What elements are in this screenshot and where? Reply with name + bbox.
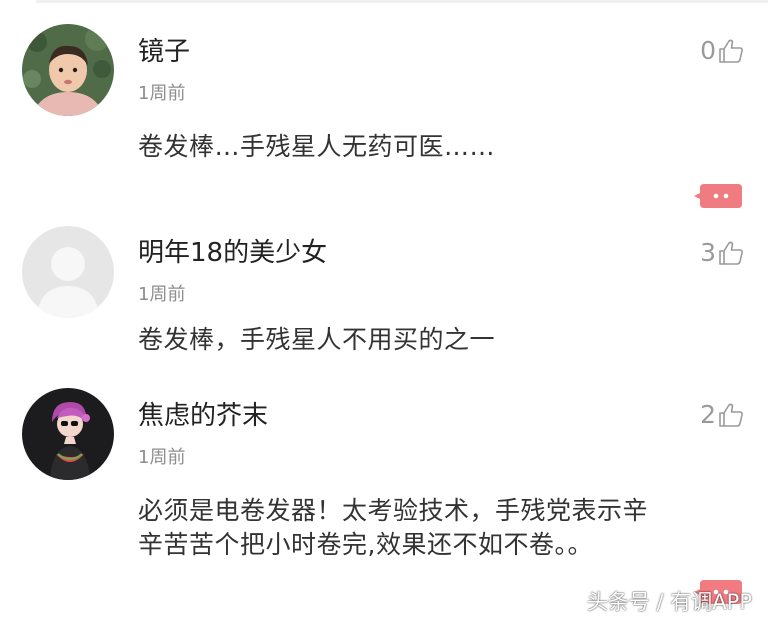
avatar[interactable] [22,226,114,318]
comment-time: 1周前 [138,83,186,104]
comment-time: 1周前 [138,284,186,305]
avatar[interactable] [22,388,114,480]
more-options-button[interactable] [694,184,742,208]
username[interactable]: 焦虑的芥末 [138,400,268,432]
like-button[interactable]: 3 [700,238,744,268]
thumbs-up-icon [718,38,744,64]
comment-content-line: 辛苦苦个把小时卷完,效果还不如不卷。。 [138,530,593,559]
comment-content: 卷发棒，手残星人不用买的之一 [138,325,496,354]
top-divider [36,0,768,3]
thumbs-up-icon [718,240,744,266]
comment-content: 必须是电卷发器！太考验技术，手残党表示辛 辛苦苦个把小时卷完,效果还不如不卷。。 [138,494,738,562]
username[interactable]: 镜子 [138,36,190,68]
comment-time: 1周前 [138,447,186,468]
thumbs-up-icon [718,402,744,428]
like-count: 0 [700,36,716,65]
like-button[interactable]: 2 [700,400,744,430]
avatar[interactable] [22,24,114,116]
username[interactable]: 明年18的美少女 [138,237,327,269]
watermark: 头条号 / 有调APP [586,590,752,614]
comment-content-line: 必须是电卷发器！太考验技术，手残党表示辛 [138,496,649,525]
like-count: 2 [700,400,716,429]
like-button[interactable]: 0 [700,36,744,66]
comment-content: 卷发棒…手残星人无药可医…… [138,132,496,161]
like-count: 3 [700,238,716,267]
